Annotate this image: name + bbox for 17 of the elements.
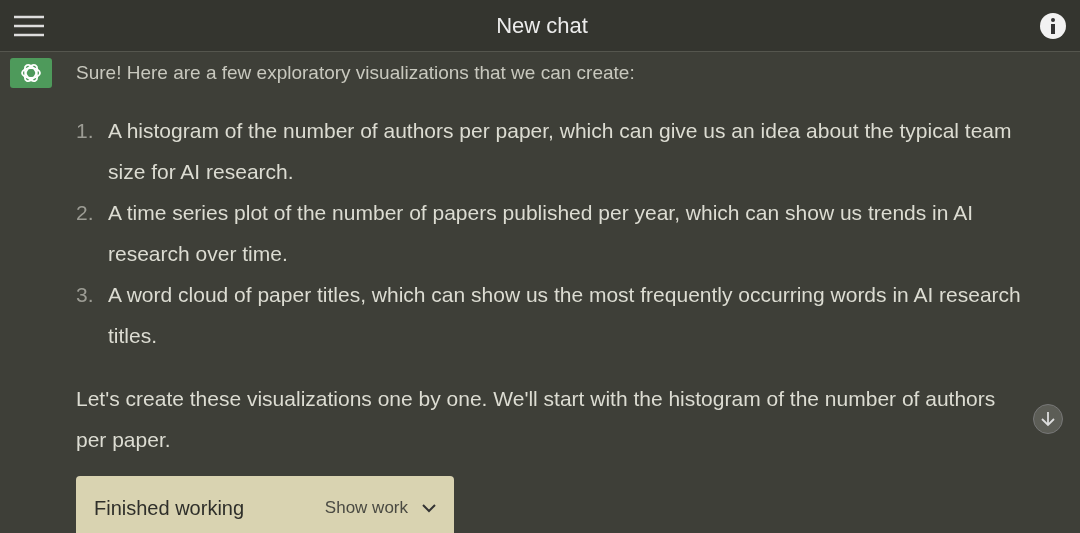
list-number: 3. bbox=[76, 282, 95, 308]
work-status: Finished working bbox=[94, 496, 245, 520]
list-number: 1. bbox=[76, 118, 95, 144]
scroll-down-button[interactable] bbox=[1033, 404, 1063, 434]
list-number: 2. bbox=[76, 200, 95, 226]
message-text: Let's create these visualizations one by one. We'll start with the histogram of the number of authors per paper. bbox=[76, 386, 997, 453]
message-text: Sure! Here are a few exploratory visualizations that we can create: bbox=[76, 62, 635, 84]
knot-icon bbox=[20, 62, 42, 84]
list-item-text: A histogram of the number of authors per paper, which can give us an idea about the typical team size for AI research. bbox=[108, 118, 1013, 185]
arrow-down-icon bbox=[1041, 411, 1055, 427]
list-item-text: A time series plot of the number of papers published per year, which can show us trends in AI research over time. bbox=[108, 200, 974, 267]
show-work-button[interactable]: Show work bbox=[324, 498, 436, 518]
caret-icon bbox=[422, 503, 436, 513]
chat-title: New chat bbox=[496, 12, 588, 39]
menu-icon[interactable] bbox=[14, 14, 44, 37]
info-icon[interactable] bbox=[1040, 12, 1066, 39]
list-item-text: A word cloud of paper titles, which can show us the most frequently occurring words in AI research titles. bbox=[108, 282, 1022, 349]
